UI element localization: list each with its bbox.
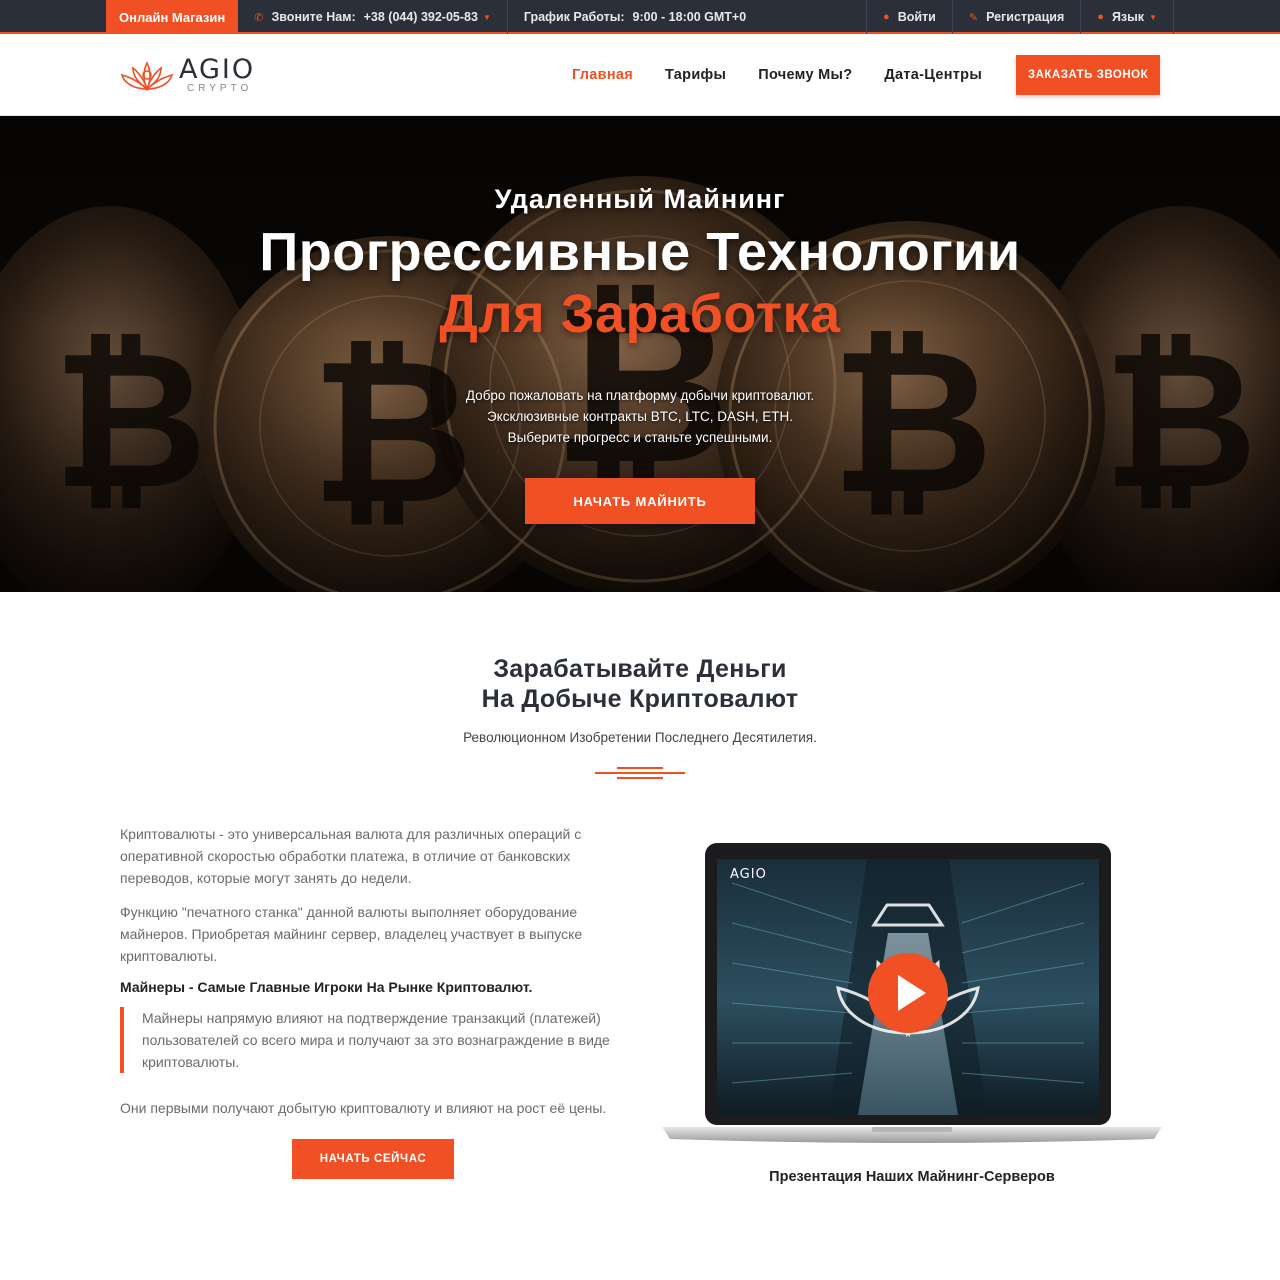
about-paragraph: Криптовалюты - это универсальная валюта …	[120, 826, 582, 886]
hero-desc-line: Добро пожаловать на платформу добычи кри…	[465, 388, 815, 403]
presentation-video[interactable]: AGIO	[662, 843, 1162, 1153]
phone-label: Звоните Нам:	[271, 10, 356, 24]
phone-info[interactable]: ✆ Звоните Нам: +38 (044) 392-05-83 ▼	[238, 0, 507, 34]
hero-title-accent: Для Заработка	[439, 284, 841, 344]
phone-number: +38 (044) 392-05-83	[363, 10, 478, 24]
about-section-header: Зарабатывайте Деньги На Добыче Криптовал…	[0, 654, 1280, 779]
section-title-line: На Добыче Криптовалют	[481, 685, 799, 713]
order-call-button[interactable]: ЗАКАЗАТЬ ЗВОНОК	[1016, 54, 1160, 95]
main-header: AGIO CRYPTO Главная Тарифы Почему Мы? Да…	[0, 34, 1280, 116]
hero-section: ₿ ₿ ₿ ₿ ₿ Удаленный Майнинг Прогрессивны…	[0, 116, 1280, 592]
start-mining-button[interactable]: НАЧАТЬ МАЙНИТЬ	[525, 478, 755, 524]
about-text-column: Криптовалюты - это универсальная валюта …	[120, 823, 620, 1185]
section-subtitle: Революционном Изобретении Последнего Дес…	[463, 730, 817, 745]
top-bar: Онлайн Магазин ✆ Звоните Нам: +38 (044) …	[0, 0, 1280, 34]
about-content: Криптовалюты - это универсальная валюта …	[0, 823, 1280, 1185]
chevron-down-icon: ▼	[482, 12, 491, 22]
chevron-down-icon: ▼	[1149, 12, 1157, 22]
hours-label: График Работы:	[523, 10, 625, 24]
phone-icon: ✆	[254, 11, 264, 24]
logo-text-main: AGIO	[179, 53, 256, 85]
hero-desc-line: Выберите прогресс и станьте успешными.	[507, 430, 773, 445]
main-nav: Главная Тарифы Почему Мы? Дата-Центры	[540, 67, 982, 83]
nav-item-why-us[interactable]: Почему Мы?	[758, 67, 852, 83]
online-shop-button[interactable]: Онлайн Магазин	[106, 0, 239, 34]
about-paragraph: Функцию "печатного станка" данной валюты…	[120, 904, 583, 964]
video-logo: AGIO	[730, 867, 767, 882]
laptop-video-thumbnail	[662, 843, 1162, 1143]
login-link[interactable]: ● Войти	[866, 0, 952, 34]
register-label: Регистрация	[986, 10, 1065, 24]
site-logo[interactable]: AGIO CRYPTO	[119, 55, 255, 95]
account-links: ● Войти ✎ Регистрация ● Язык ▼	[866, 0, 1174, 34]
logo-text-sub: CRYPTO	[187, 82, 253, 94]
section-title-line: Зарабатывайте Деньги	[493, 655, 787, 683]
register-link[interactable]: ✎ Регистрация	[951, 0, 1080, 34]
language-dropdown[interactable]: ● Язык ▼	[1080, 0, 1174, 34]
working-hours: График Работы: 9:00 - 18:00 GMT+0	[506, 0, 762, 34]
start-now-button[interactable]: НАЧАТЬ СЕЙЧАС	[292, 1139, 454, 1179]
section-divider	[595, 767, 685, 779]
section-title: Зарабатывайте Деньги На Добыче Криптовал…	[0, 654, 1280, 714]
globe-icon: ●	[1097, 11, 1104, 23]
hero-desc-line: Эксклюзивные контракты BTC, LTC, DASH, E…	[486, 409, 794, 424]
video-caption: Презентация Наших Майнинг-Серверов	[769, 1169, 1055, 1185]
language-label: Язык	[1111, 10, 1145, 24]
blockquote: Майнеры напрямую влияют на подтверждение…	[120, 1007, 620, 1073]
nav-item-tariffs[interactable]: Тарифы	[665, 67, 726, 83]
nav-item-home[interactable]: Главная	[572, 67, 633, 83]
hero-description: Добро пожаловать на платформу добычи кри…	[0, 385, 1280, 448]
logo-icon	[120, 60, 174, 91]
quote-text: Майнеры напрямую влияют на подтверждение…	[142, 1010, 610, 1070]
user-icon: ●	[883, 11, 890, 23]
hours-value: 9:00 - 18:00 GMT+0	[632, 10, 747, 24]
edit-icon: ✎	[968, 11, 979, 24]
hero-eyebrow: Удаленный Майнинг	[494, 184, 786, 214]
hero-title: Прогрессивные Технологии	[259, 222, 1021, 282]
about-bold-heading: Майнеры - Самые Главные Игроки На Рынке …	[120, 979, 533, 995]
nav-item-data-centers[interactable]: Дата-Центры	[884, 67, 982, 83]
about-paragraph: Они первыми получают добытую криптовалют…	[120, 1100, 607, 1116]
login-label: Войти	[897, 10, 936, 24]
video-column: AGIO Презентация Наших Майнинг-Серверов	[662, 823, 1162, 1185]
